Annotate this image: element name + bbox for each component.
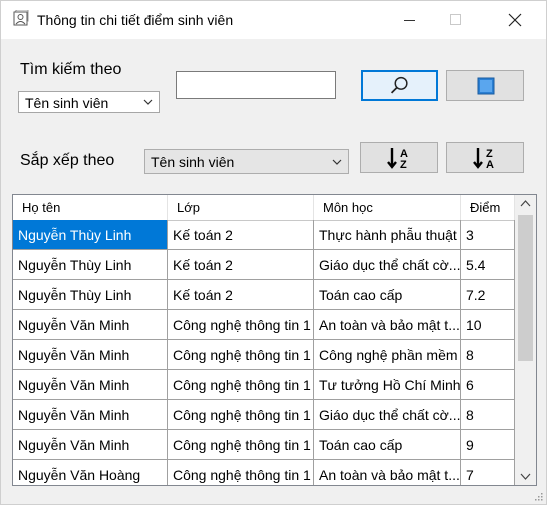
cell-score[interactable]: 8 bbox=[461, 400, 515, 430]
cell-name[interactable]: Nguyễn Văn Minh bbox=[13, 310, 168, 340]
cell-class[interactable]: Kế toán 2 bbox=[168, 250, 314, 280]
cell-subject[interactable]: Công nghệ phần mềm bbox=[314, 340, 461, 370]
cell-score[interactable]: 10 bbox=[461, 310, 515, 340]
minimize-button[interactable] bbox=[387, 1, 433, 39]
maximize-icon bbox=[450, 14, 461, 25]
column-header-name[interactable]: Họ tên bbox=[13, 195, 168, 220]
cell-name[interactable]: Nguyễn Thùy Linh bbox=[13, 250, 168, 280]
app-window: Thông tin chi tiết điểm sinh viên Tìm ki… bbox=[0, 0, 547, 505]
chevron-down-icon bbox=[332, 159, 342, 165]
column-header-score[interactable]: Điểm bbox=[461, 195, 515, 220]
cell-score[interactable]: 6 bbox=[461, 370, 515, 400]
sort-by-label: Sắp xếp theo bbox=[20, 152, 115, 169]
table-row[interactable]: Nguyễn Thùy Linh Kế toán 2 Toán cao cấp 7.2 bbox=[13, 280, 515, 310]
search-icon bbox=[390, 76, 408, 94]
cell-class[interactable]: Công nghệ thông tin 1 bbox=[168, 400, 314, 430]
maximize-button[interactable] bbox=[433, 1, 479, 39]
cell-name[interactable]: Nguyễn Văn Minh bbox=[13, 400, 168, 430]
search-button[interactable] bbox=[361, 70, 438, 101]
svg-text:A: A bbox=[486, 159, 494, 170]
scroll-up-icon[interactable] bbox=[515, 195, 536, 213]
cell-subject[interactable]: An toàn và bảo mật t... bbox=[314, 310, 461, 340]
resize-grip-icon[interactable] bbox=[533, 491, 543, 501]
cell-class[interactable]: Kế toán 2 bbox=[168, 280, 314, 310]
window-title: Thông tin chi tiết điểm sinh viên bbox=[37, 12, 234, 28]
scrollbar-thumb[interactable] bbox=[518, 215, 533, 361]
sort-ascending-button[interactable]: A Z bbox=[360, 142, 438, 173]
title-bar[interactable]: Thông tin chi tiết điểm sinh viên bbox=[1, 1, 546, 39]
table-header: Họ tên Lớp Môn học Điểm bbox=[13, 195, 515, 221]
cell-score[interactable]: 7.2 bbox=[461, 280, 515, 310]
sort-field-dropdown[interactable]: Tên sinh viên bbox=[144, 149, 349, 174]
cell-score[interactable]: 3 bbox=[461, 220, 515, 250]
student-info-icon bbox=[13, 10, 29, 26]
table-row[interactable]: Nguyễn Văn Minh Công nghệ thông tin 1 Toán… bbox=[13, 430, 515, 460]
cell-subject[interactable]: Toán cao cấp bbox=[314, 430, 461, 460]
sort-descending-button[interactable]: Z A bbox=[446, 142, 524, 173]
vertical-scrollbar[interactable] bbox=[515, 195, 536, 485]
cell-name[interactable]: Nguyễn Thùy Linh bbox=[13, 220, 168, 250]
chevron-down-icon bbox=[143, 99, 153, 105]
cell-subject[interactable]: Thực hành phẫu thuật bbox=[314, 220, 461, 250]
cell-class[interactable]: Công nghệ thông tin 1 bbox=[168, 460, 314, 485]
table-row[interactable]: Nguyễn Thùy Linh Kế toán 2 Giáo dục thể ch… bbox=[13, 250, 515, 280]
refresh-button[interactable] bbox=[446, 70, 524, 101]
sort-ascending-icon: A Z bbox=[387, 148, 408, 170]
cell-name[interactable]: Nguyễn Văn Minh bbox=[13, 340, 168, 370]
cell-name[interactable]: Nguyễn Văn Minh bbox=[13, 430, 168, 460]
table-row[interactable]: Nguyễn Thùy Linh Kế toán 2 Thực hành phẫu … bbox=[13, 220, 515, 250]
column-header-subject[interactable]: Môn học bbox=[314, 195, 461, 220]
close-icon bbox=[508, 13, 522, 27]
cell-name[interactable]: Nguyễn Văn Minh bbox=[13, 370, 168, 400]
scroll-down-icon[interactable] bbox=[515, 467, 536, 485]
table-row[interactable]: Nguyễn Văn Hoàng Công nghệ thông tin 1 An … bbox=[13, 460, 515, 485]
sort-field-value: Tên sinh viên bbox=[151, 154, 235, 170]
search-input[interactable] bbox=[176, 71, 336, 99]
table-row[interactable]: Nguyễn Văn Minh Công nghệ thông tin 1 Giáo… bbox=[13, 400, 515, 430]
search-field-value: Tên sinh viên bbox=[25, 95, 109, 111]
table-row[interactable]: Nguyễn Văn Minh Công nghệ thông tin 1 Tư t… bbox=[13, 370, 515, 400]
cell-score[interactable]: 7 bbox=[461, 460, 515, 485]
cell-subject[interactable]: Giáo dục thể chất cờ... bbox=[314, 250, 461, 280]
cell-score[interactable]: 5.4 bbox=[461, 250, 515, 280]
cell-subject[interactable]: Giáo dục thể chất cờ... bbox=[314, 400, 461, 430]
table-row[interactable]: Nguyễn Văn Minh Công nghệ thông tin 1 An t… bbox=[13, 310, 515, 340]
cell-score[interactable]: 9 bbox=[461, 430, 515, 460]
table-row[interactable]: Nguyễn Văn Minh Công nghệ thông tin 1 Công… bbox=[13, 340, 515, 370]
search-field-dropdown[interactable]: Tên sinh viên bbox=[18, 91, 160, 113]
refresh-icon bbox=[477, 77, 495, 95]
cell-name[interactable]: Nguyễn Thùy Linh bbox=[13, 280, 168, 310]
cell-score[interactable]: 8 bbox=[461, 340, 515, 370]
grades-table[interactable]: Họ tên Lớp Môn học Điểm Nguyễn Thùy Linh… bbox=[12, 194, 537, 486]
cell-subject[interactable]: Toán cao cấp bbox=[314, 280, 461, 310]
cell-subject[interactable]: An toàn và bảo mật t... bbox=[314, 460, 461, 485]
close-button[interactable] bbox=[492, 1, 538, 39]
svg-text:Z: Z bbox=[400, 159, 407, 170]
cell-class[interactable]: Công nghệ thông tin 1 bbox=[168, 340, 314, 370]
sort-descending-icon: Z A bbox=[473, 148, 494, 170]
cell-class[interactable]: Kế toán 2 bbox=[168, 220, 314, 250]
cell-class[interactable]: Công nghệ thông tin 1 bbox=[168, 310, 314, 340]
cell-subject[interactable]: Tư tưởng Hồ Chí Minh bbox=[314, 370, 461, 400]
search-by-label: Tìm kiếm theo bbox=[20, 61, 122, 78]
cell-name[interactable]: Nguyễn Văn Hoàng bbox=[13, 460, 168, 485]
minimize-icon bbox=[404, 20, 415, 21]
cell-class[interactable]: Công nghệ thông tin 1 bbox=[168, 430, 314, 460]
cell-class[interactable]: Công nghệ thông tin 1 bbox=[168, 370, 314, 400]
column-header-class[interactable]: Lớp bbox=[168, 195, 314, 220]
